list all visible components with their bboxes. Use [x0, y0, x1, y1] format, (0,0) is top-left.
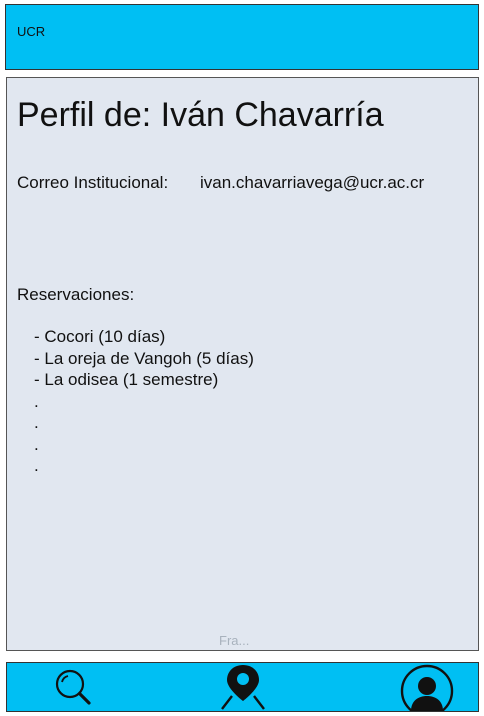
profile-button[interactable]	[399, 663, 455, 711]
app-frame: UCR Perfil de: Iván Chavarría Correo Ins…	[0, 0, 484, 716]
reservation-item: - La odisea (1 semestre)	[34, 370, 219, 389]
reservation-ellipsis: .	[34, 434, 39, 454]
search-icon	[55, 669, 91, 705]
reservation-ellipsis: .	[34, 413, 39, 432]
email-value: ivan.chavarriavega@ucr.ac.cr	[200, 173, 425, 192]
search-button[interactable]	[51, 663, 95, 711]
bottom-nav	[6, 662, 479, 712]
reservation-ellipsis: .	[34, 391, 39, 411]
page-title: Perfil de: Iván Chavarría	[17, 96, 384, 134]
app-header: UCR	[5, 4, 479, 70]
app-title: UCR	[17, 24, 46, 39]
user-profile-icon	[400, 664, 454, 711]
reservations-label: Reservaciones:	[17, 285, 135, 304]
reservation-item: - Cocori (10 días)	[34, 327, 166, 346]
reservation-item: - La oreja de Vangoh (5 días)	[34, 348, 254, 368]
footer-note: Fra...	[219, 633, 250, 648]
reservations-list: - Cocori (10 días) - La oreja de Vangoh …	[34, 326, 254, 477]
profile-panel: Perfil de: Iván Chavarría Correo Institu…	[6, 77, 479, 651]
map-pin-icon	[221, 665, 265, 710]
email-label: Correo Institucional:	[17, 173, 169, 192]
map-button[interactable]	[219, 663, 267, 711]
reservation-ellipsis: .	[34, 456, 39, 475]
